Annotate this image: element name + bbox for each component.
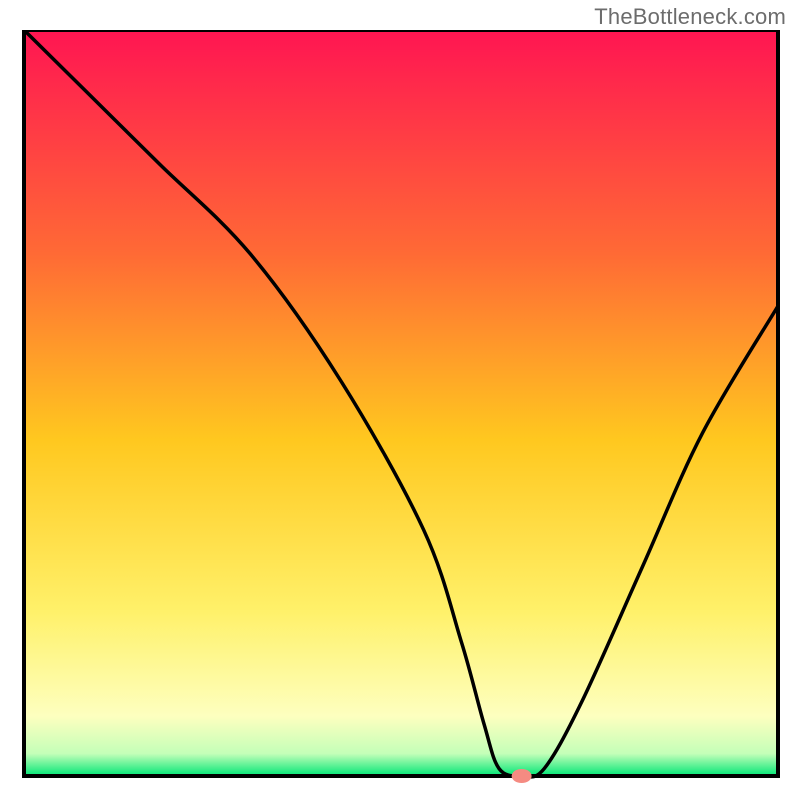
watermark-text: TheBottleneck.com (594, 4, 786, 30)
plot-area (24, 30, 778, 783)
chart-container: { "watermark": "TheBottleneck.com", "cha… (0, 0, 800, 800)
bottleneck-chart (0, 30, 800, 800)
optimal-point-marker (512, 769, 532, 783)
